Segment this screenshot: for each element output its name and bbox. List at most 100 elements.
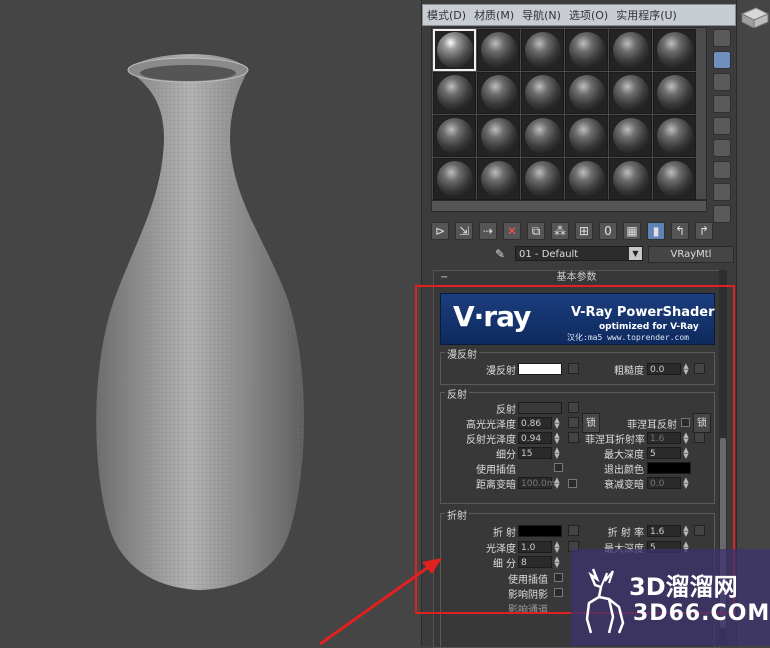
go-to-parent-icon[interactable]: ↰ <box>671 222 689 240</box>
sample-uv-icon[interactable] <box>713 95 731 113</box>
vase-wireframe[interactable] <box>70 40 330 600</box>
get-material-icon[interactable]: ⊳ <box>431 222 449 240</box>
spinner-arrows-icon[interactable]: ▲▼ <box>553 417 561 430</box>
material-slot[interactable] <box>653 158 696 200</box>
sample-type-icon[interactable] <box>713 29 731 47</box>
viewcube-icon[interactable] <box>738 0 770 28</box>
material-slot[interactable] <box>433 72 476 114</box>
fresnel-ior-map-button[interactable] <box>694 432 705 443</box>
fresnel-lock-button[interactable]: 锁 <box>693 413 711 433</box>
material-slot[interactable] <box>521 158 564 200</box>
show-shaded-map-icon[interactable]: ▦ <box>623 222 641 240</box>
refr-gloss-field[interactable]: 1.0 <box>518 541 552 553</box>
refr-interp-checkbox[interactable] <box>554 573 563 582</box>
spinner-arrows-icon[interactable]: ▲▼ <box>553 477 561 490</box>
collapse-icon[interactable]: − <box>440 271 448 285</box>
affect-shadows-checkbox[interactable] <box>554 588 563 597</box>
material-slot[interactable] <box>521 115 564 157</box>
hilight-gloss-field[interactable]: 0.86 <box>518 417 552 429</box>
material-slot[interactable] <box>433 115 476 157</box>
material-slot[interactable] <box>477 72 520 114</box>
roughness-map-button[interactable] <box>694 363 705 374</box>
dropdown-arrow-icon[interactable]: ▼ <box>629 247 642 260</box>
dim-falloff-field[interactable]: 0.0 <box>647 477 681 489</box>
material-slot[interactable] <box>653 29 696 71</box>
material-slot[interactable] <box>477 29 520 71</box>
hilight-lock-button[interactable]: 锁 <box>582 413 600 433</box>
dim-distance-field[interactable]: 100.0m <box>518 477 556 489</box>
exit-color-swatch[interactable] <box>647 462 691 474</box>
reflect-map-button[interactable] <box>568 402 579 413</box>
ior-map-button[interactable] <box>694 525 705 536</box>
show-end-result-icon[interactable]: ▮ <box>647 222 665 240</box>
spinner-arrows-icon[interactable]: ▲▼ <box>553 447 561 460</box>
video-check-icon[interactable] <box>713 117 731 135</box>
spinner-arrows-icon[interactable]: ▲▼ <box>553 556 561 569</box>
menu-options[interactable]: 选项(O) <box>569 7 608 23</box>
material-slot[interactable] <box>565 115 608 157</box>
material-slot[interactable] <box>565 158 608 200</box>
ior-field[interactable]: 1.6 <box>647 525 681 537</box>
refl-subdivs-field[interactable]: 15 <box>518 447 552 459</box>
spinner-arrows-icon[interactable]: ▲▼ <box>682 477 690 490</box>
select-by-material-icon[interactable] <box>713 183 731 201</box>
refl-gloss-field[interactable]: 0.94 <box>518 432 552 444</box>
menu-utilities[interactable]: 实用程序(U) <box>616 7 677 23</box>
reset-map-icon[interactable]: ✕ <box>503 222 521 240</box>
options-icon[interactable] <box>713 161 731 179</box>
refr-subdivs-field[interactable]: 8 <box>518 556 552 568</box>
refl-gloss-map-button[interactable] <box>568 432 579 443</box>
spinner-arrows-icon[interactable]: ▲▼ <box>682 432 690 445</box>
reflect-color-swatch[interactable] <box>518 402 562 414</box>
rollout-header[interactable]: − 基本参数 <box>434 271 719 286</box>
material-slot[interactable] <box>521 72 564 114</box>
refract-map-button[interactable] <box>568 525 579 536</box>
background-icon[interactable] <box>713 73 731 91</box>
spinner-arrows-icon[interactable]: ▲▼ <box>682 447 690 460</box>
diffuse-map-button[interactable] <box>568 363 579 374</box>
material-id-channel-icon[interactable]: 0 <box>599 222 617 240</box>
material-slot[interactable] <box>609 115 652 157</box>
material-slot[interactable] <box>653 72 696 114</box>
hilight-gloss-map-button[interactable] <box>568 417 579 428</box>
assign-to-selection-icon[interactable]: ⇢ <box>479 222 497 240</box>
go-forward-sibling-icon[interactable]: ↱ <box>695 222 713 240</box>
slots-scrollbar[interactable] <box>431 200 707 212</box>
roughness-field[interactable]: 0.0 <box>647 363 681 375</box>
material-slot[interactable] <box>565 72 608 114</box>
menu-mode[interactable]: 模式(D) <box>427 7 466 23</box>
eyedropper-icon[interactable]: ✎ <box>495 247 509 261</box>
make-unique-icon[interactable]: ⁂ <box>551 222 569 240</box>
material-slot[interactable] <box>433 29 476 71</box>
put-to-library-icon[interactable]: ⊞ <box>575 222 593 240</box>
spinner-arrows-icon[interactable]: ▲▼ <box>682 525 690 538</box>
spinner-arrows-icon[interactable]: ▲▼ <box>553 541 561 554</box>
menu-material[interactable]: 材质(M) <box>474 7 514 23</box>
material-slot[interactable] <box>477 115 520 157</box>
refl-maxdepth-field[interactable]: 5 <box>647 447 681 459</box>
material-slot[interactable] <box>609 72 652 114</box>
menu-navigation[interactable]: 导航(N) <box>522 7 561 23</box>
material-slot[interactable] <box>521 29 564 71</box>
backlight-icon[interactable] <box>713 51 731 69</box>
material-slot[interactable] <box>653 115 696 157</box>
material-slot[interactable] <box>609 29 652 71</box>
material-slot[interactable] <box>565 29 608 71</box>
copy-material-icon[interactable]: ⧉ <box>527 222 545 240</box>
put-to-scene-icon[interactable]: ⇲ <box>455 222 473 240</box>
diffuse-color-swatch[interactable] <box>518 363 562 375</box>
spinner-arrows-icon[interactable]: ▲▼ <box>553 432 561 445</box>
material-slot[interactable] <box>433 158 476 200</box>
dim-distance-checkbox[interactable] <box>568 479 577 488</box>
refl-interp-checkbox[interactable] <box>554 463 563 472</box>
fresnel-ior-field[interactable]: 1.6 <box>647 432 681 444</box>
material-name-field[interactable]: 01 - Default ▼ <box>515 246 643 261</box>
material-slot[interactable] <box>477 158 520 200</box>
make-preview-icon[interactable] <box>713 139 731 157</box>
material-slot[interactable] <box>609 158 652 200</box>
fresnel-checkbox[interactable] <box>681 418 690 427</box>
refract-color-swatch[interactable] <box>518 525 562 537</box>
material-type-button[interactable]: VRayMtl <box>648 246 734 263</box>
spinner-arrows-icon[interactable]: ▲▼ <box>682 363 690 376</box>
site-watermark: 3D溜溜网 3D66.COM <box>571 549 770 646</box>
